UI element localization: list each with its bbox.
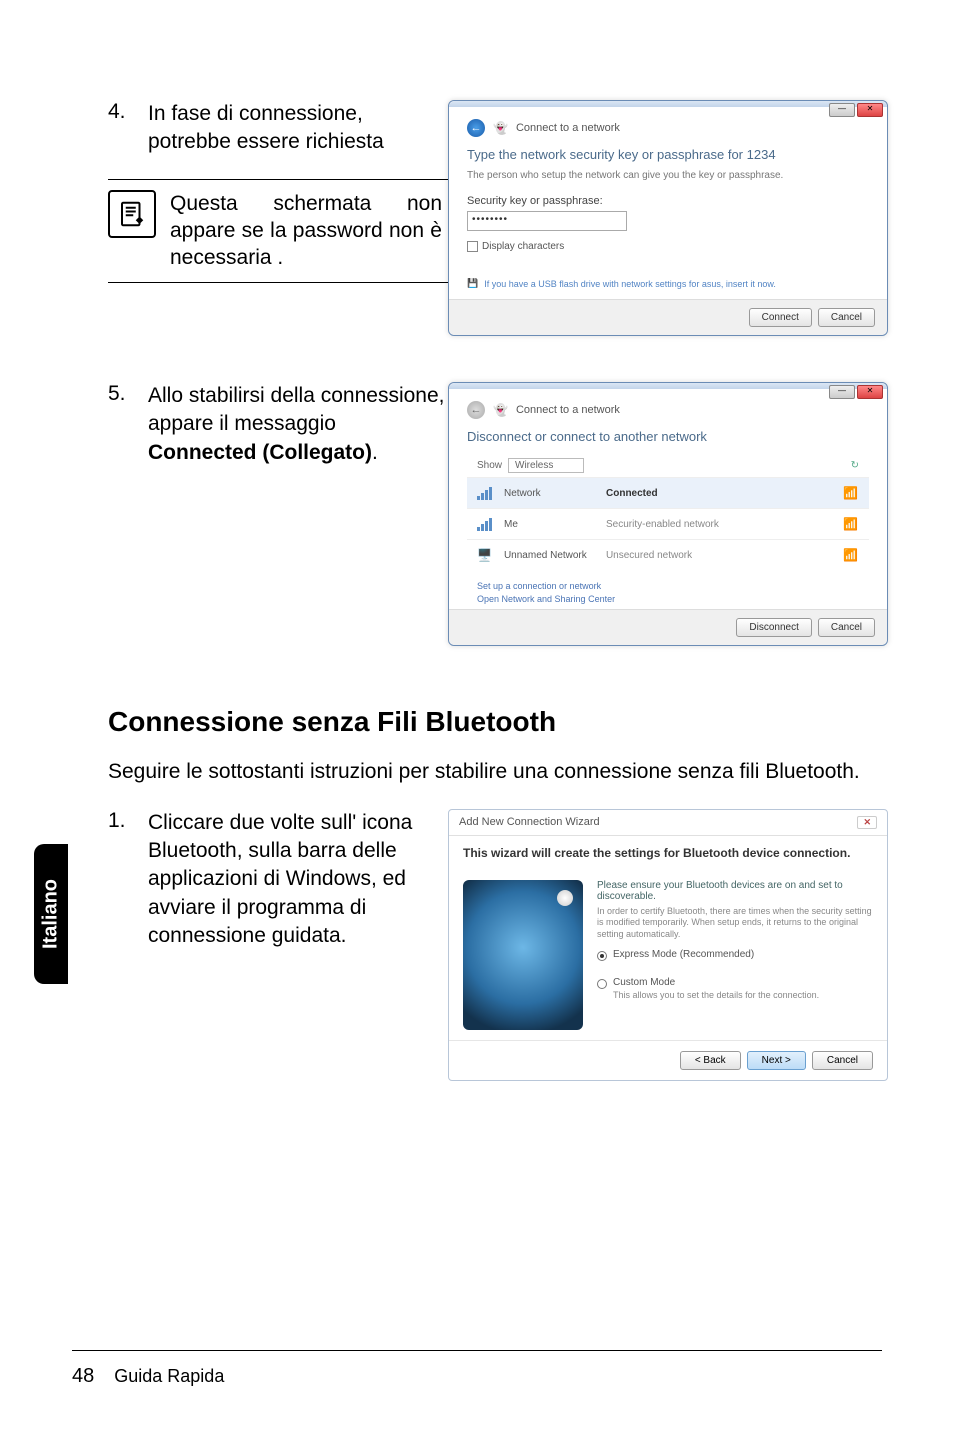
wizard-instruction: Please ensure your Bluetooth devices are… (597, 880, 873, 902)
main-content: 4. In fase di connessione, potrebbe esse… (108, 100, 888, 1081)
cancel-button[interactable]: Cancel (818, 308, 875, 327)
close-icon[interactable]: ✕ (857, 816, 877, 829)
usb-hint: If you have a USB flash drive with netwo… (484, 279, 776, 289)
dialog-breadcrumb: Connect to a network (516, 122, 620, 134)
step-4-number: 4. (108, 100, 148, 124)
step-4-block: 4. In fase di connessione, potrebbe esse… (108, 100, 888, 336)
network-list-dialog: — ✕ ← 👻 Connect to a network Disconnect … (448, 382, 888, 646)
bluetooth-wizard-dialog: Add New Connection Wizard ✕ This wizard … (448, 809, 888, 1081)
key-label: Security key or passphrase: (467, 195, 869, 207)
network-row[interactable]: Network Connected 📶 (467, 477, 869, 508)
network-name: Unnamed Network (504, 550, 594, 561)
wizard-title: Add New Connection Wizard (459, 816, 600, 829)
network-row[interactable]: Me Security-enabled network 📶 (467, 508, 869, 539)
step-1-text: Cliccare due volte sull' icona Bluetooth… (148, 809, 448, 951)
network-name: Network (504, 488, 594, 499)
custom-mode-label: Custom Mode (613, 977, 819, 988)
footer-title: Guida Rapida (114, 1366, 224, 1387)
bluetooth-art-icon (463, 880, 583, 1030)
section-intro: Seguire le sottostanti istruzioni per st… (108, 758, 888, 786)
bars-icon: 📶 (843, 548, 859, 562)
disconnect-button[interactable]: Disconnect (736, 618, 811, 637)
back-icon[interactable]: ← (467, 401, 485, 419)
minimize-icon[interactable]: — (829, 103, 855, 117)
note-icon (108, 190, 156, 238)
security-key-dialog: — ✕ ← 👻 Connect to a network Type the ne… (448, 100, 888, 336)
network-name: Me (504, 519, 594, 530)
dialog-title: Type the network security key or passphr… (467, 147, 869, 162)
display-chars-label: Display characters (482, 241, 564, 252)
dialog-hint: The person who setup the network can giv… (467, 170, 869, 181)
bars-icon: 📶 (843, 517, 859, 531)
cancel-button[interactable]: Cancel (818, 618, 875, 637)
computer-icon: 🖥️ (477, 548, 492, 562)
step-1-block: 1. Cliccare due volte sull' icona Blueto… (108, 809, 888, 1081)
dialog-breadcrumb: Connect to a network (516, 404, 620, 416)
show-select[interactable]: Wireless (508, 458, 584, 473)
step-5-text: Allo stabilirsi della connessione, appar… (148, 382, 448, 467)
back-icon[interactable]: ← (467, 119, 485, 137)
network-icon: 👻 (493, 121, 508, 135)
custom-mode-radio[interactable] (597, 979, 607, 989)
network-status: Connected (606, 488, 831, 499)
security-key-input[interactable]: •••••••• (467, 211, 627, 231)
connect-button[interactable]: Connect (749, 308, 812, 327)
close-icon[interactable]: ✕ (857, 385, 883, 399)
wizard-lead: This wizard will create the settings for… (449, 836, 887, 870)
cancel-button[interactable]: Cancel (812, 1051, 873, 1070)
bars-icon: 📶 (843, 486, 859, 500)
step-4-text: In fase di connessione, potrebbe essere … (148, 100, 448, 157)
refresh-icon[interactable]: ↻ (851, 460, 859, 471)
page-footer: 48 Guida Rapida (72, 1350, 882, 1388)
signal-icon (477, 518, 492, 531)
wizard-note: In order to certify Bluetooth, there are… (597, 906, 873, 941)
next-button[interactable]: Next > (747, 1051, 806, 1070)
signal-icon (477, 487, 492, 500)
custom-mode-hint: This allows you to set the details for t… (613, 990, 819, 1002)
network-icon: 👻 (493, 403, 508, 417)
back-button[interactable]: < Back (680, 1051, 741, 1070)
express-mode-radio[interactable] (597, 951, 607, 961)
display-chars-checkbox[interactable] (467, 241, 478, 252)
close-icon[interactable]: ✕ (857, 103, 883, 117)
minimize-icon[interactable]: — (829, 385, 855, 399)
note-text: Questa schermata non appare se la passwo… (170, 190, 442, 272)
network-status: Unsecured network (606, 550, 831, 561)
section-heading: Connessione senza Fili Bluetooth (108, 706, 888, 738)
dialog-title: Disconnect or connect to another network (467, 429, 869, 444)
express-mode-label: Express Mode (Recommended) (613, 949, 754, 960)
network-status: Security-enabled network (606, 519, 831, 530)
show-label: Show (477, 460, 502, 471)
network-row[interactable]: 🖥️ Unnamed Network Unsecured network 📶 (467, 539, 869, 570)
note-box: Questa schermata non appare se la passwo… (108, 179, 448, 283)
step-5-number: 5. (108, 382, 148, 406)
language-tab: Italiano (34, 844, 68, 984)
step-1-number: 1. (108, 809, 148, 833)
open-sharing-center-link[interactable]: Open Network and Sharing Center (477, 593, 859, 606)
setup-connection-link[interactable]: Set up a connection or network (477, 580, 859, 593)
page-number: 48 (72, 1365, 94, 1388)
usb-icon: 💾 (467, 278, 478, 289)
step-5-block: 5. Allo stabilirsi della connessione, ap… (108, 382, 888, 646)
